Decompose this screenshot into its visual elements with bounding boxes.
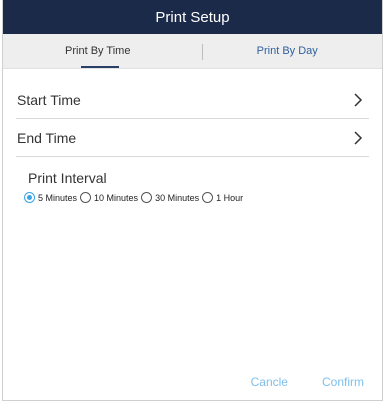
- radio-button[interactable]: [202, 192, 214, 203]
- print-interval-options: 5 Minutes 10 Minutes 30 Minutes 1 Hour: [24, 192, 382, 203]
- radio-button[interactable]: [80, 192, 92, 203]
- interval-option-1-hour[interactable]: 1 Hour: [202, 192, 243, 203]
- interval-option-10-minutes[interactable]: 10 Minutes: [80, 192, 138, 203]
- confirm-button[interactable]: Confirm: [322, 375, 364, 389]
- chevron-right-icon: [354, 92, 363, 107]
- active-tab-indicator: [80, 66, 119, 68]
- end-time-row[interactable]: End Time: [16, 119, 369, 157]
- tab-print-by-time[interactable]: Print By Time: [3, 34, 193, 68]
- start-time-row[interactable]: Start Time: [16, 81, 369, 119]
- interval-option-5-minutes[interactable]: 5 Minutes: [24, 192, 77, 203]
- radio-button[interactable]: [141, 192, 153, 203]
- interval-option-30-minutes[interactable]: 30 Minutes: [141, 192, 199, 203]
- tab-bar: Print By Time Print By Day: [3, 34, 382, 69]
- dialog-footer: Cancle Confirm: [251, 375, 364, 389]
- interval-option-label: 1 Hour: [216, 192, 244, 203]
- radio-button-selected[interactable]: [24, 192, 35, 203]
- print-setup-dialog: Print Setup Print By Time Print By Day S…: [2, 0, 383, 401]
- interval-option-label: 10 Minutes: [94, 192, 139, 203]
- interval-option-label: 30 Minutes: [155, 192, 200, 203]
- chevron-right-icon: [354, 130, 363, 145]
- print-interval-label: Print Interval: [28, 170, 107, 186]
- start-time-label: Start Time: [17, 91, 81, 108]
- interval-option-label: 5 Minutes: [38, 192, 78, 203]
- tab-print-by-day[interactable]: Print By Day: [193, 34, 383, 68]
- end-time-label: End Time: [17, 129, 77, 146]
- cancel-button[interactable]: Cancle: [251, 375, 288, 389]
- dialog-title: Print Setup: [155, 8, 230, 26]
- dialog-title-bar: Print Setup: [3, 0, 382, 34]
- tab-label: Print By Time: [65, 45, 131, 57]
- tab-label: Print By Day: [256, 45, 318, 57]
